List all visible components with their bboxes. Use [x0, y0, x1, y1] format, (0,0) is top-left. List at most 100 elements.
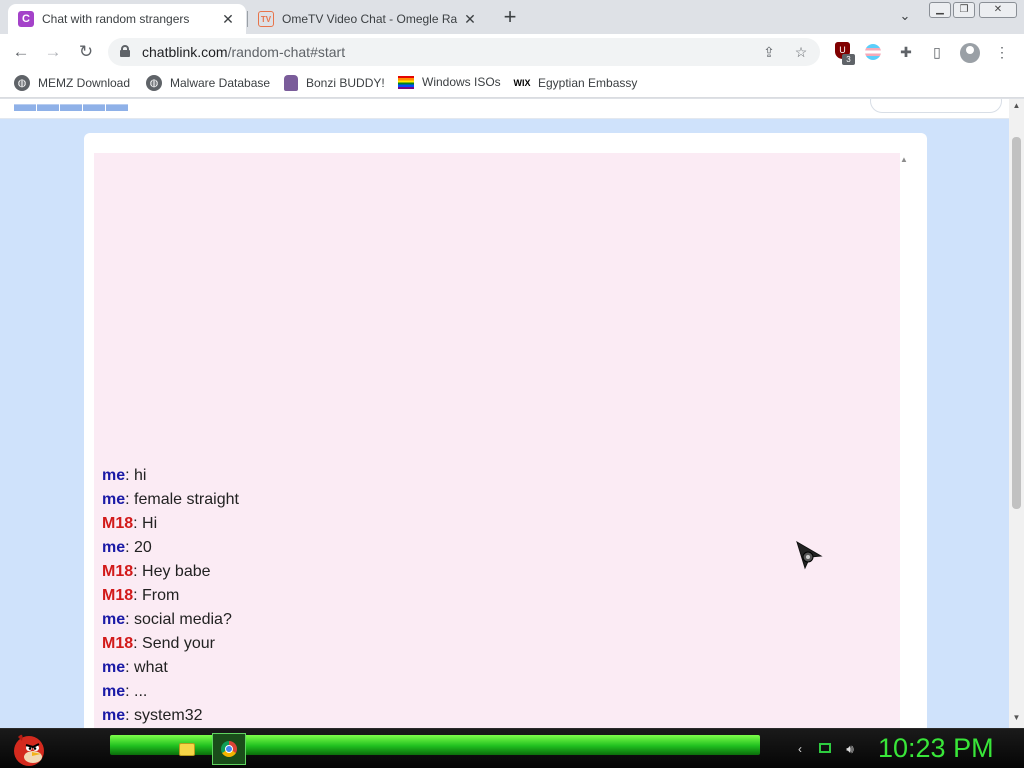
message-list: me: hi me: female straight M18: Hi me: 20 M1… — [102, 465, 882, 728]
message-sender: M18 — [102, 587, 134, 604]
chat-scroll-up-arrow-icon[interactable]: ▲ — [899, 155, 909, 165]
url-path: /random-chat#start — [227, 44, 346, 60]
bookmark-label: MEMZ Download — [38, 76, 131, 90]
message-sender: me — [102, 539, 126, 556]
bookmark-label: Windows ISOs — [422, 75, 501, 89]
tab-strip: C Chat with random strangers ✕ TV OmeTV … — [0, 0, 1024, 34]
tab-title: OmeTV Video Chat - Omegle Ra — [282, 12, 458, 26]
bookmark-egyptian-embassy[interactable]: WIX Egyptian Embassy — [513, 75, 638, 91]
bookmark-bonzi-buddy[interactable]: Bonzi BUDDY! — [284, 75, 385, 91]
tab-search-chevron-icon[interactable]: ⌄ — [895, 8, 915, 26]
volume-icon[interactable]: 🔊︎ — [842, 741, 858, 757]
folder-icon — [179, 742, 195, 756]
message-text: : female straight — [125, 491, 239, 508]
page-scrollbar[interactable]: ▲ ▼ — [1009, 99, 1024, 728]
chat-message: M18: Send your — [102, 633, 882, 657]
tab-chat-with-random-strangers[interactable]: C Chat with random strangers ✕ — [8, 4, 246, 34]
message-sender: me — [102, 611, 126, 628]
menu-dots-icon[interactable]: ⋮ — [992, 42, 1012, 62]
reload-button[interactable]: ↻ — [74, 40, 98, 64]
chat-message: M18: Hey babe — [102, 561, 882, 585]
url-text[interactable]: chatblink.com/random-chat#start — [142, 44, 345, 60]
share-icon[interactable]: ⇪ — [760, 43, 778, 61]
globe-icon: ◍ — [146, 75, 162, 91]
bookmark-label: Egyptian Embassy — [538, 76, 638, 90]
message-sender: me — [102, 491, 126, 508]
restore-button[interactable]: ❐ — [953, 2, 975, 18]
scroll-up-arrow-icon[interactable]: ▲ — [1012, 101, 1021, 110]
message-text: : Hi — [133, 515, 158, 532]
file-explorer-taskbar-button[interactable] — [170, 733, 204, 765]
chat-message: me: 20 — [102, 537, 882, 561]
chat-message: M18: Hi — [102, 513, 882, 537]
message-sender: me — [102, 659, 126, 676]
message-sender: M18 — [102, 563, 134, 580]
close-tab-icon[interactable]: ✕ — [220, 11, 236, 28]
header-button[interactable] — [870, 99, 1002, 113]
address-bar[interactable]: chatblink.com/random-chat#start ⇪ ☆ — [108, 38, 820, 66]
extensions-puzzle-icon[interactable]: ✚ — [896, 42, 916, 62]
page-viewport: ▬▬▬▬▬ me: hi me: female straight M18: Hi me… — [0, 99, 1024, 728]
chat-log[interactable]: me: hi me: female straight M18: Hi me: 20 M1… — [94, 153, 900, 728]
message-sender: me — [102, 467, 126, 484]
ometv-favicon-icon: TV — [258, 11, 274, 27]
wix-icon: WIX — [513, 78, 531, 88]
site-header: ▬▬▬▬▬ — [0, 99, 1009, 119]
globe-icon: ◍ — [14, 75, 30, 91]
message-sender: M18 — [102, 515, 134, 532]
site-logo[interactable]: ▬▬▬▬▬ — [14, 99, 129, 117]
pride-extension-icon[interactable] — [865, 44, 881, 60]
bookmark-star-icon[interactable]: ☆ — [792, 43, 810, 61]
chat-message: me: social media? — [102, 609, 882, 633]
minimize-button[interactable]: ▁ — [929, 2, 951, 18]
taskbar-clock[interactable]: 10:23 PM — [878, 733, 994, 764]
message-text: : Hey babe — [133, 563, 211, 580]
chat-message: me: hi — [102, 465, 882, 489]
chatblink-favicon-icon: C — [18, 11, 34, 27]
chat-card: me: hi me: female straight M18: Hi me: 20 M1… — [84, 133, 927, 728]
chat-message: me: system32 — [102, 705, 882, 728]
forward-button[interactable]: → — [41, 40, 65, 64]
message-text: : hi — [125, 467, 147, 484]
network-icon[interactable] — [817, 741, 833, 757]
url-host: chatblink.com — [142, 44, 228, 60]
bookmark-malware-database[interactable]: ◍ Malware Database — [146, 75, 270, 91]
window-close-button[interactable]: ✕ — [979, 2, 1017, 18]
message-sender: me — [102, 683, 126, 700]
new-tab-button[interactable]: + — [498, 6, 522, 30]
message-text: : system32 — [125, 707, 203, 724]
chat-message: me: ... — [102, 681, 882, 705]
lock-icon[interactable] — [120, 45, 130, 57]
tab-ometv[interactable]: TV OmeTV Video Chat - Omegle Ra ✕ — [248, 4, 488, 34]
message-text: : ... — [125, 683, 148, 700]
scroll-down-arrow-icon[interactable]: ▼ — [1012, 713, 1021, 722]
mouse-cursor-icon — [796, 540, 823, 570]
message-sender: M18 — [102, 635, 134, 652]
message-text: : social media? — [125, 611, 232, 628]
bonzi-icon — [284, 75, 298, 91]
bookmark-label: Bonzi BUDDY! — [306, 76, 385, 90]
profile-avatar[interactable] — [960, 43, 980, 63]
tab-title: Chat with random strangers — [42, 12, 190, 26]
message-text: : Send your — [133, 635, 215, 652]
rainbow-flag-icon — [398, 75, 414, 89]
message-text: : 20 — [125, 539, 152, 556]
close-tab-icon[interactable]: ✕ — [462, 11, 478, 28]
message-text: : what — [125, 659, 168, 676]
chrome-icon — [221, 741, 237, 757]
bookmark-windows-isos[interactable]: Windows ISOs — [398, 75, 501, 89]
back-button[interactable]: ← — [9, 40, 33, 64]
angry-bird-start-icon[interactable] — [8, 729, 48, 768]
bookmark-memz-download[interactable]: ◍ MEMZ Download — [14, 75, 130, 91]
scrollbar-thumb[interactable] — [1012, 137, 1021, 509]
chat-message: me: female straight — [102, 489, 882, 513]
bookmarks-bar: ◍ MEMZ Download ◍ Malware Database Bonzi… — [0, 70, 1024, 98]
taskbar-glow-strip — [110, 735, 760, 755]
chat-message: me: what — [102, 657, 882, 681]
tray-chevron-icon[interactable]: ‹ — [792, 741, 808, 757]
chrome-taskbar-button[interactable] — [212, 733, 246, 765]
side-panel-icon[interactable]: ▯ — [927, 42, 947, 62]
chat-message: M18: From — [102, 585, 882, 609]
message-sender: me — [102, 707, 126, 724]
bookmark-label: Malware Database — [170, 76, 271, 90]
